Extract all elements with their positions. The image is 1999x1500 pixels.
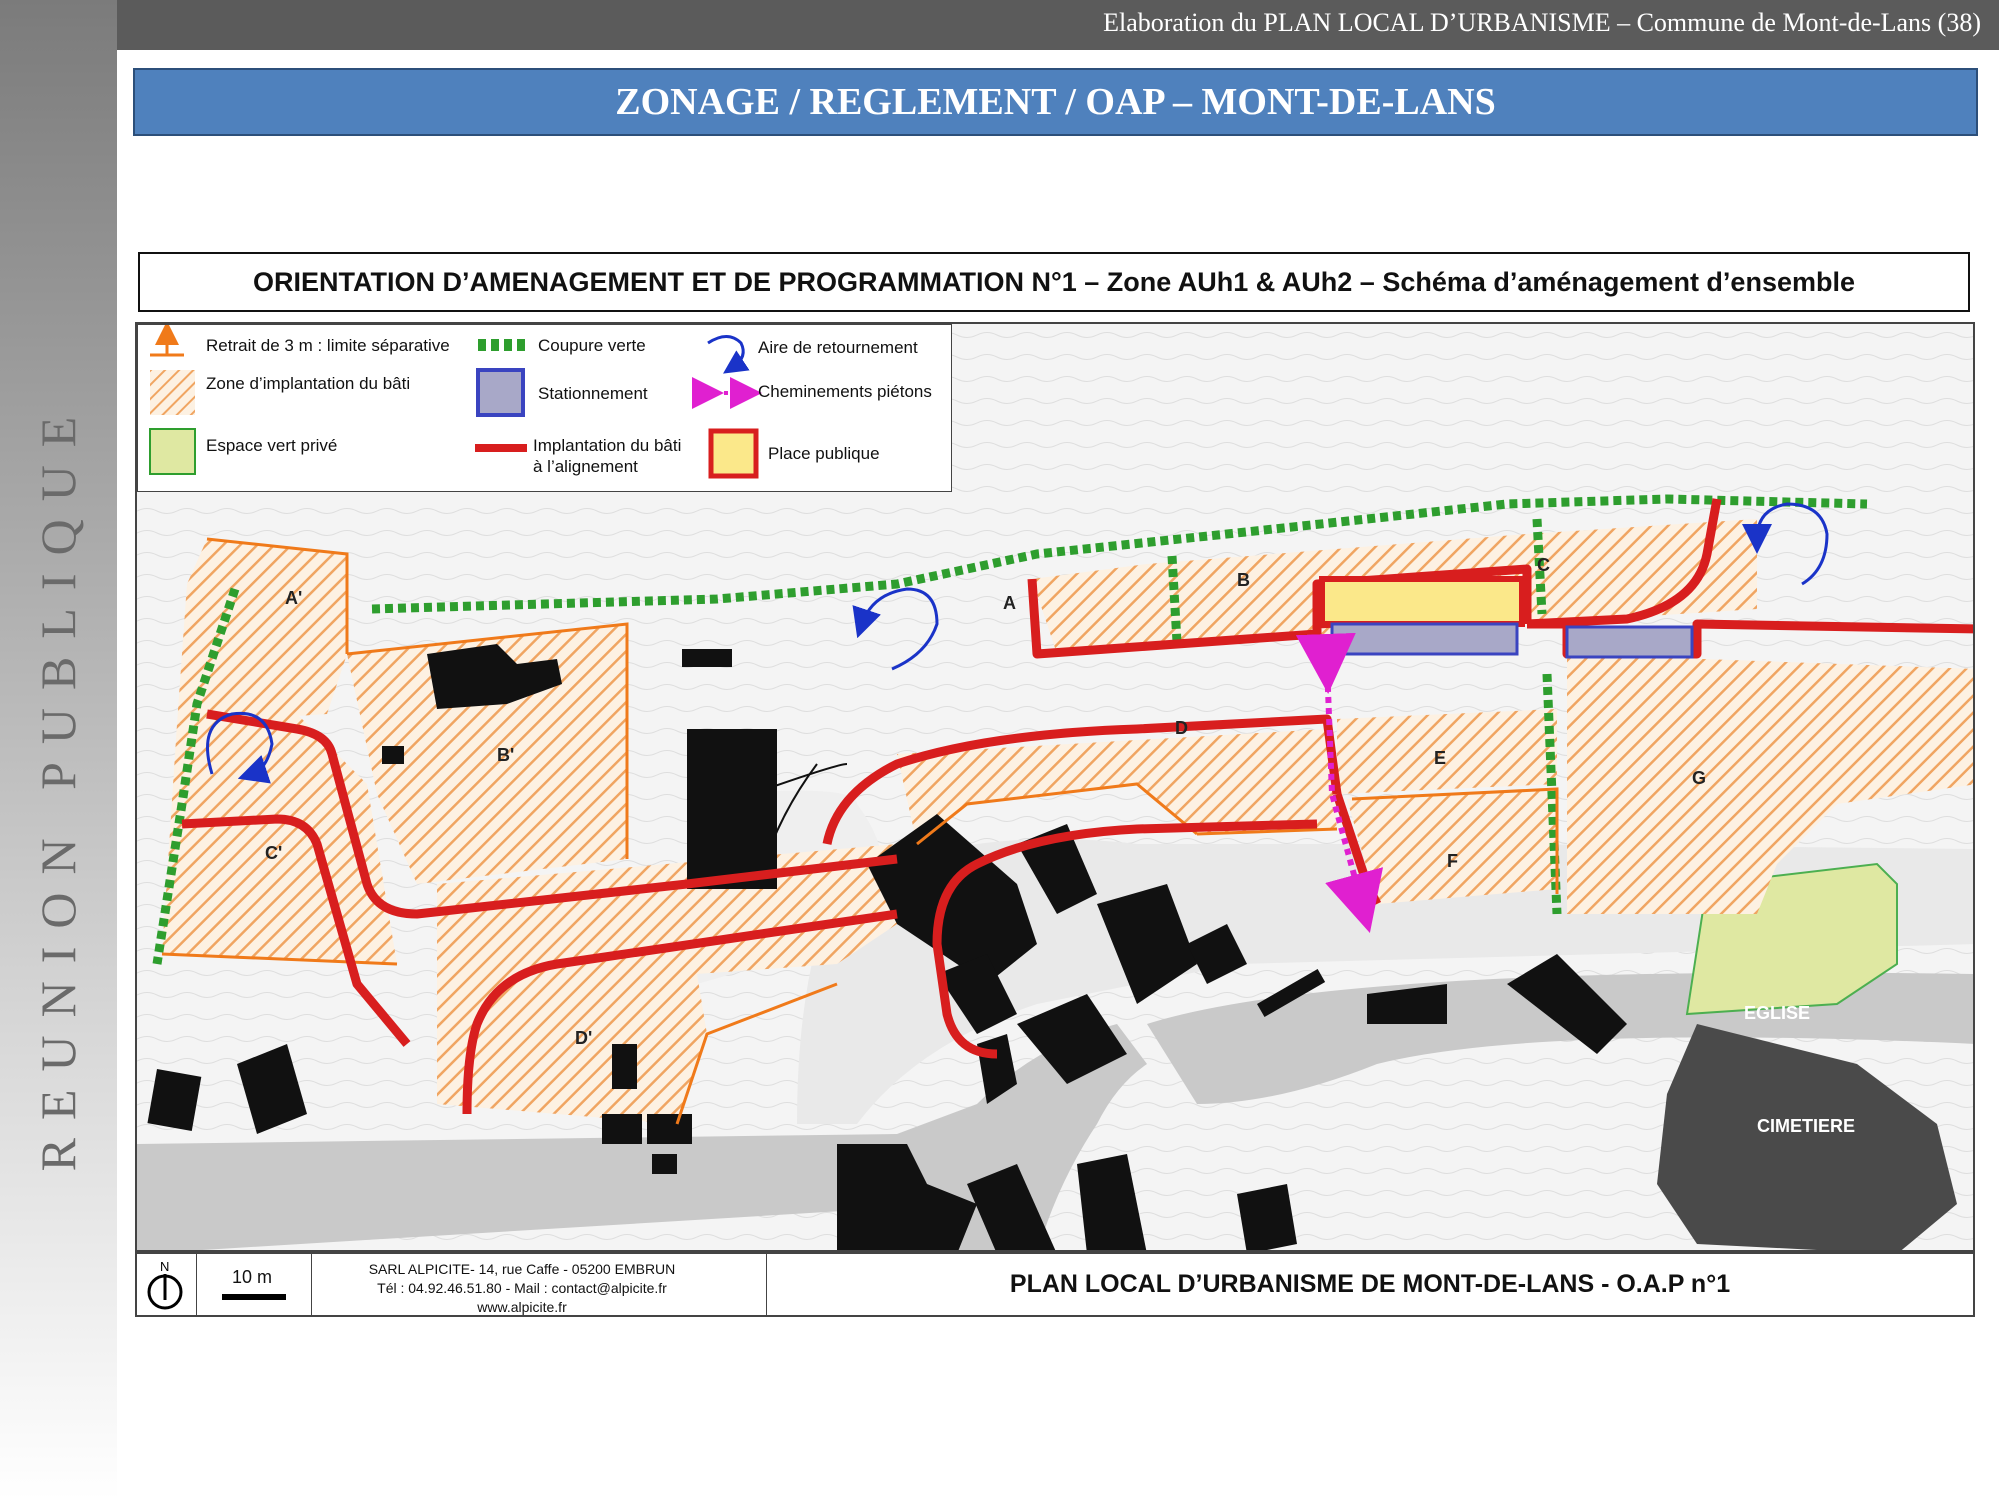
zone-f [1347,789,1557,904]
map-title: ORIENTATION D’AMENAGEMENT ET DE PROGRAMM… [252,267,1855,297]
eglise-label: EGLISE [1744,1003,1810,1023]
company-line3: www.alpicite.fr [477,1299,567,1315]
map-title-box: ORIENTATION D’AMENAGEMENT ET DE PROGRAMM… [138,252,1970,312]
lot-label-a: A [1003,593,1016,613]
lot-label-f: F [1447,851,1458,871]
lot-label-b-prime: B' [497,745,514,765]
slide-title-banner: ZONAGE / REGLEMENT / OAP – MONT-DE-LANS [133,68,1978,136]
legend-zone-bati: Zone d’implantation du bâti [206,374,411,393]
lot-label-b: B [1237,570,1250,590]
lot-label-g: G [1692,768,1706,788]
legend-coupure-verte: Coupure verte [538,336,646,355]
lot-label-c: C [1537,555,1550,575]
legend-implantation-line1: Implantation du bâti [533,436,682,455]
company-info: SARL ALPICITE- 14, rue Caffe - 05200 EMB… [312,1260,732,1317]
lot-label-c-prime: C' [265,843,282,863]
north-cell: N [137,1254,197,1315]
retrait-icon [150,325,184,357]
scale-bar [222,1294,286,1300]
map-legend: Retrait de 3 m : limite séparative Zone … [137,324,952,492]
legend-place-publique: Place publique [768,444,880,463]
aire-retournement-icon [707,335,750,374]
legend-cheminements: Cheminements piétons [758,382,932,401]
lot-label-d-prime: D' [575,1028,592,1048]
header-bar: Elaboration du PLAN LOCAL D’URBANISME – … [117,0,1999,50]
zone-a-prime [177,539,347,724]
map-cartouche: N 10 m SARL ALPICITE- 14, rue Caffe - 05… [135,1252,1975,1317]
legend-retrait: Retrait de 3 m : limite séparative [206,336,450,355]
legend-implantation-line2: à l’alignement [533,457,638,476]
zone-bati-icon [150,370,195,415]
legend-aire-retournement: Aire de retournement [758,338,918,357]
legend-stationnement: Stationnement [538,384,648,403]
legend-espace-vert: Espace vert privé [206,436,338,455]
zone-c [1527,519,1757,624]
espace-vert-icon [149,428,196,475]
north-label: N [160,1259,169,1274]
header-title: Elaboration du PLAN LOCAL D’URBANISME – … [1103,8,1981,37]
sidebar-label: REUNION PUBLIQUE [30,398,86,1172]
company-line1: SARL ALPICITE- 14, rue Caffe - 05200 EMB… [368,1261,676,1277]
place-publique-icon [708,428,759,479]
stationnement-icon [476,368,525,417]
zone-e [1337,709,1557,794]
scale-label: 10 m [232,1267,273,1287]
sidebar: REUNION PUBLIQUE [0,0,117,1500]
lot-label-a-prime: A' [285,588,302,608]
north-arrow-icon: N [147,1259,183,1310]
plan-title: PLAN LOCAL D’URBANISME DE MONT-DE-LANS -… [1009,1270,1731,1298]
cimetiere-label: CIMETIERE [1757,1116,1855,1136]
company-line2: Tél : 04.92.46.51.80 - Mail : contact@al… [377,1280,667,1296]
slide-title: ZONAGE / REGLEMENT / OAP – MONT-DE-LANS [615,81,1496,123]
lot-label-d: D [1175,718,1188,738]
lot-label-e: E [1434,748,1446,768]
